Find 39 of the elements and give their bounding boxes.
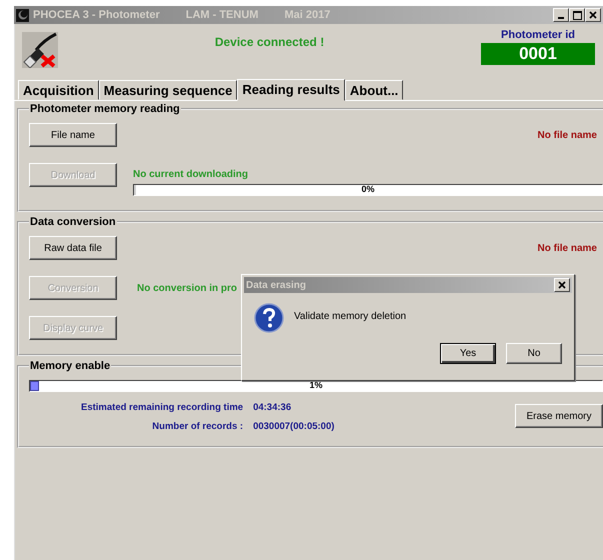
window-title: PHOCEA 3 - Photometer bbox=[33, 9, 160, 21]
records-label: Number of records : bbox=[151, 421, 244, 432]
dialog-close-button[interactable] bbox=[554, 278, 570, 292]
download-status: No current downloading bbox=[133, 169, 249, 180]
dialog-title: Data erasing bbox=[246, 280, 306, 290]
maximize-button[interactable] bbox=[569, 8, 585, 22]
photometer-id-label: Photometer id bbox=[501, 29, 575, 41]
close-icon bbox=[589, 11, 597, 19]
tab[interactable]: Reading results bbox=[237, 79, 345, 101]
tab[interactable]: About... bbox=[344, 80, 404, 100]
progress-text: 0% bbox=[360, 184, 376, 194]
tab[interactable]: Measuring sequence bbox=[98, 80, 238, 100]
question-icon bbox=[254, 303, 284, 333]
remaining-time-value: 04:34:36 bbox=[253, 402, 292, 413]
file-status: No file name bbox=[538, 130, 598, 140]
dialog-message: Validate memory deletion bbox=[294, 311, 406, 322]
group-title: Memory enable bbox=[29, 360, 112, 372]
minimize-button[interactable] bbox=[553, 8, 569, 22]
conversion-status: No conversion in pro bbox=[137, 282, 238, 294]
remaining-time-label: Estimated remaining recording time bbox=[81, 402, 244, 413]
file-name-button[interactable]: File name bbox=[29, 123, 117, 147]
unplugged-usb-icon bbox=[22, 32, 58, 68]
group-title: Photometer memory reading bbox=[29, 103, 181, 115]
maximize-icon bbox=[572, 10, 582, 20]
connection-status: Device connected ! bbox=[214, 35, 326, 49]
dialog-button[interactable]: Yes bbox=[440, 343, 496, 364]
close-icon bbox=[558, 281, 566, 289]
file-status: No file name bbox=[538, 242, 598, 254]
group-title: Data conversion bbox=[29, 216, 117, 228]
close-button[interactable] bbox=[585, 8, 601, 22]
records-value: 0030007(00:05:00) bbox=[253, 421, 334, 432]
progress-text: 1% bbox=[308, 380, 324, 390]
erase-memory-button[interactable]: Erase memory bbox=[515, 404, 603, 428]
window-subtitle: LAM - TENUM bbox=[186, 9, 258, 21]
dialog-button[interactable]: No bbox=[506, 343, 562, 364]
app-icon bbox=[16, 8, 29, 22]
tab[interactable]: Acquisition bbox=[18, 80, 99, 100]
raw-data-file-button[interactable]: Raw data file bbox=[29, 236, 117, 260]
photometer-id-value: 0001 bbox=[481, 43, 595, 65]
